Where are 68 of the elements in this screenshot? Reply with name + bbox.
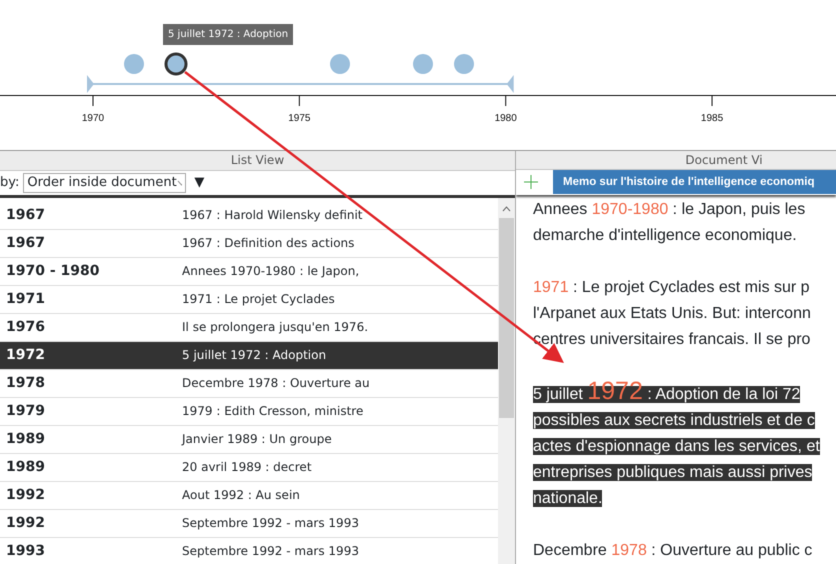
axis-tick: [505, 94, 506, 106]
list-row[interactable]: 1972 5 juillet 1972 : Adoption: [0, 342, 498, 370]
tick-label: 1985: [700, 113, 724, 124]
year-cell-text: 1976: [5, 318, 46, 337]
event-dot[interactable]: [124, 54, 144, 74]
list-row[interactable]: 1989 20 avril 1989 : decret: [0, 454, 498, 482]
tick-label: 1980: [494, 113, 517, 124]
year-cell-text: 1992: [5, 486, 46, 505]
event-cell-text: 5 juillet 1972 : Adoption: [182, 347, 326, 364]
year-cell-text: 1978: [5, 374, 46, 393]
year-cell-text: 1971: [5, 290, 46, 309]
list-row[interactable]: 1967 1967 : Harold Wilensky definit: [0, 202, 498, 230]
add-icon[interactable]: [524, 175, 538, 190]
event-dot[interactable]: [454, 54, 474, 74]
list-row[interactable]: 1971 1971 : Le projet Cyclades: [0, 286, 498, 314]
list-row[interactable]: 1992 Aout 1992 : Au sein: [0, 482, 498, 510]
paragraph-line: Decembre 1978 : Ouverture au public c: [533, 542, 812, 559]
panel-title: Document Vi: [684, 153, 763, 167]
year-cell-text: 1992: [5, 514, 46, 533]
year-cell-text: 1970 - 1980: [5, 262, 100, 281]
year-cell-text: 1967: [5, 206, 46, 225]
tick-label: 1970: [82, 113, 104, 124]
sort-direction-toggle[interactable]: ▼: [194, 173, 204, 193]
year-cell-text: 1972: [5, 346, 46, 365]
axis-tick: [298, 94, 300, 106]
paragraph-line: demarche d'intelligence economique.: [533, 226, 797, 244]
event-cell-text: 1967 : Harold Wilensky definit: [182, 207, 363, 224]
axis-tick: [712, 94, 713, 106]
list-row[interactable]: 1970 - 1980 Annees 1970-1980 : le Japon,: [0, 258, 498, 286]
list-row[interactable]: 1978 Decembre 1978 : Ouverture au: [0, 370, 498, 398]
paragraph-line: Annees 1970-1980 : le Japon, puis les: [533, 200, 806, 218]
event-cell-text: 1971 : Le projet Cyclades: [182, 291, 335, 308]
year-cell-text: 1989: [5, 458, 46, 477]
event-cell-text: 20 avril 1989 : decret: [182, 459, 312, 476]
event-cell-text: Septembre 1992 - mars 1993: [182, 543, 359, 560]
scroll-thumb[interactable]: [499, 218, 514, 418]
year-cell-text: 1979: [5, 402, 46, 421]
event-cell-text: Aout 1992 : Au sein: [182, 487, 300, 504]
year-cell-text: 1989: [5, 430, 46, 449]
chevron-icon: [176, 180, 182, 186]
sort-dropdown[interactable]: Order inside document: [23, 172, 186, 193]
event-dot[interactable]: [330, 54, 350, 74]
year-cell-text: 1967: [5, 234, 46, 253]
list-row[interactable]: 1992 Septembre 1992 - mars 1993: [0, 510, 498, 538]
list-row[interactable]: 1989 Janvier 1989 : Un groupe: [0, 426, 498, 454]
scrollbar[interactable]: [498, 198, 515, 564]
tick-label: 1975: [288, 113, 310, 124]
year-cell-text: 1993: [5, 542, 46, 561]
event-cell-text: Decembre 1978 : Ouverture au: [182, 375, 370, 392]
document-tab[interactable]: Memo sur l'histoire de l'intelligence economiq: [553, 170, 836, 194]
list-row[interactable]: 1979 1979 : Edith Cresson, ministre: [0, 398, 498, 426]
event-cell-text: 1967 : Definition des actions: [182, 235, 354, 252]
event-dot[interactable]: [413, 54, 433, 74]
list-row[interactable]: 1967 1967 : Definition des actions: [0, 230, 498, 258]
panel-title: List View: [230, 153, 284, 167]
event-cell-text: Il se prolongera jusqu'en 1976.: [182, 319, 368, 336]
event-cell-text: Septembre 1992 - mars 1993: [182, 515, 359, 532]
scroll-up-icon[interactable]: [502, 206, 511, 212]
event-cell-text: Janvier 1989 : Un groupe: [182, 431, 332, 448]
paragraph-line: 1971 : Le projet Cyclades est mis sur p: [533, 278, 810, 296]
tooltip: 5 juillet 1972 : Adoption: [163, 24, 294, 45]
event-cell-text: 1979 : Edith Cresson, ministre: [182, 403, 364, 420]
event-cell-text: Annees 1970-1980 : le Japon,: [182, 263, 360, 280]
event-dot[interactable]: [164, 52, 188, 76]
paragraph-line: centres universitaires francais. Il se pro: [533, 330, 810, 348]
sort-label: by:: [0, 174, 20, 192]
paragraph-line: l'Arpanet aux Etats Unis. But: interconn: [533, 304, 811, 322]
axis-tick: [92, 94, 94, 106]
